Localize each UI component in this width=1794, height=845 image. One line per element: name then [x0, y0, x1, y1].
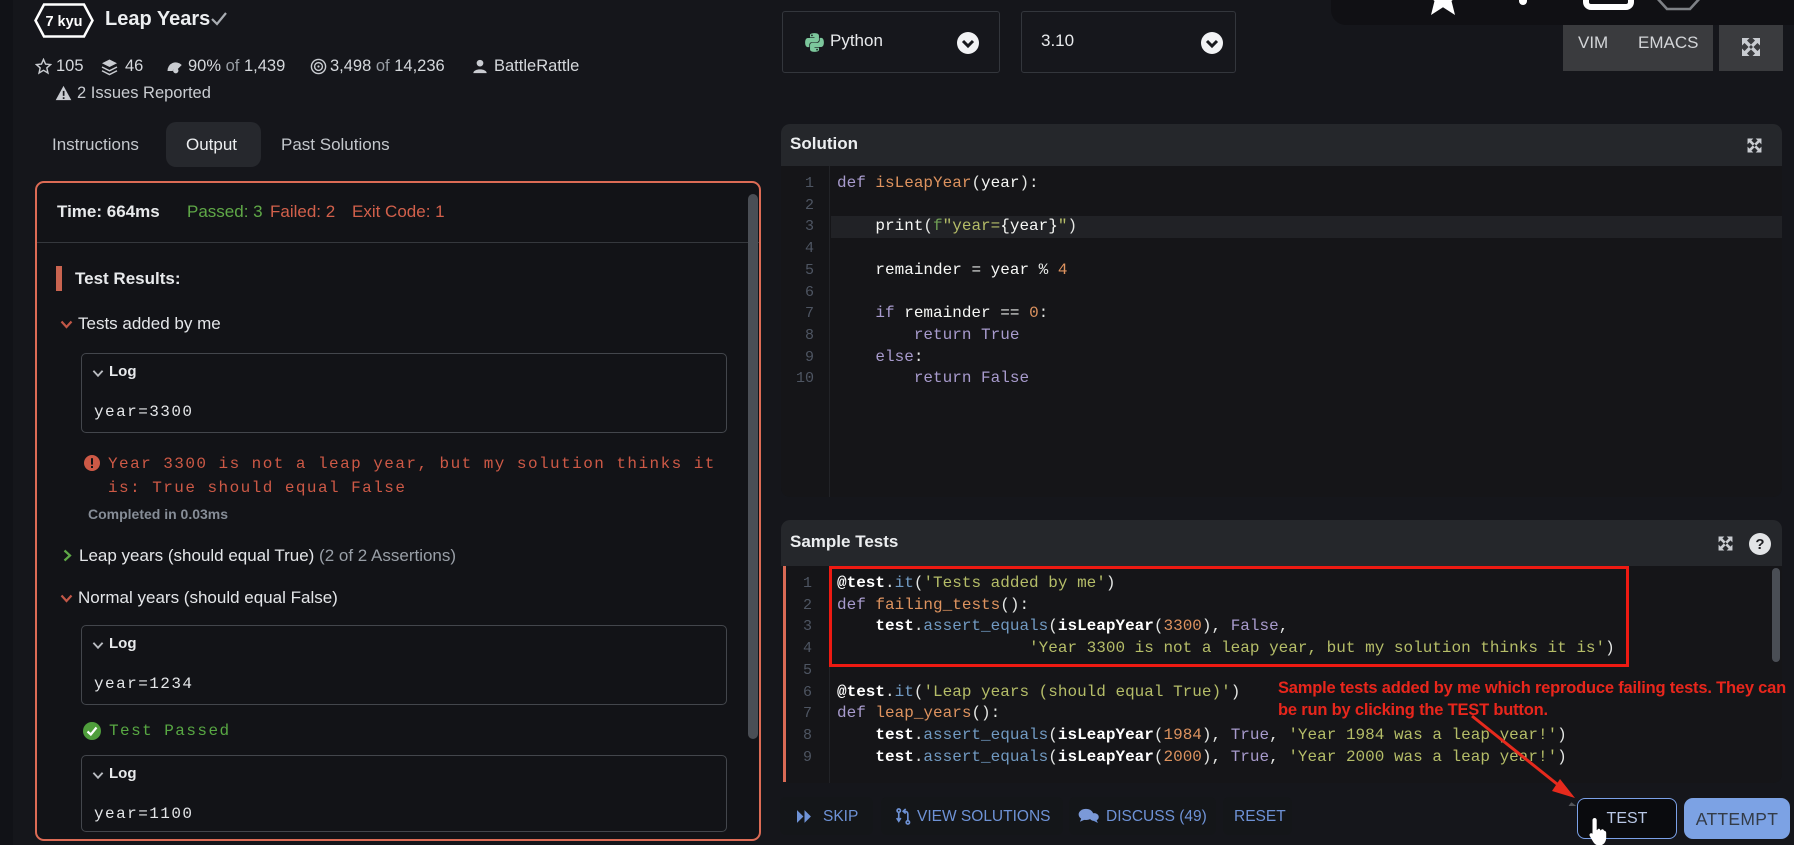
svg-text:?: ? [1755, 536, 1764, 553]
svg-text:7 kyu: 7 kyu [45, 14, 82, 30]
